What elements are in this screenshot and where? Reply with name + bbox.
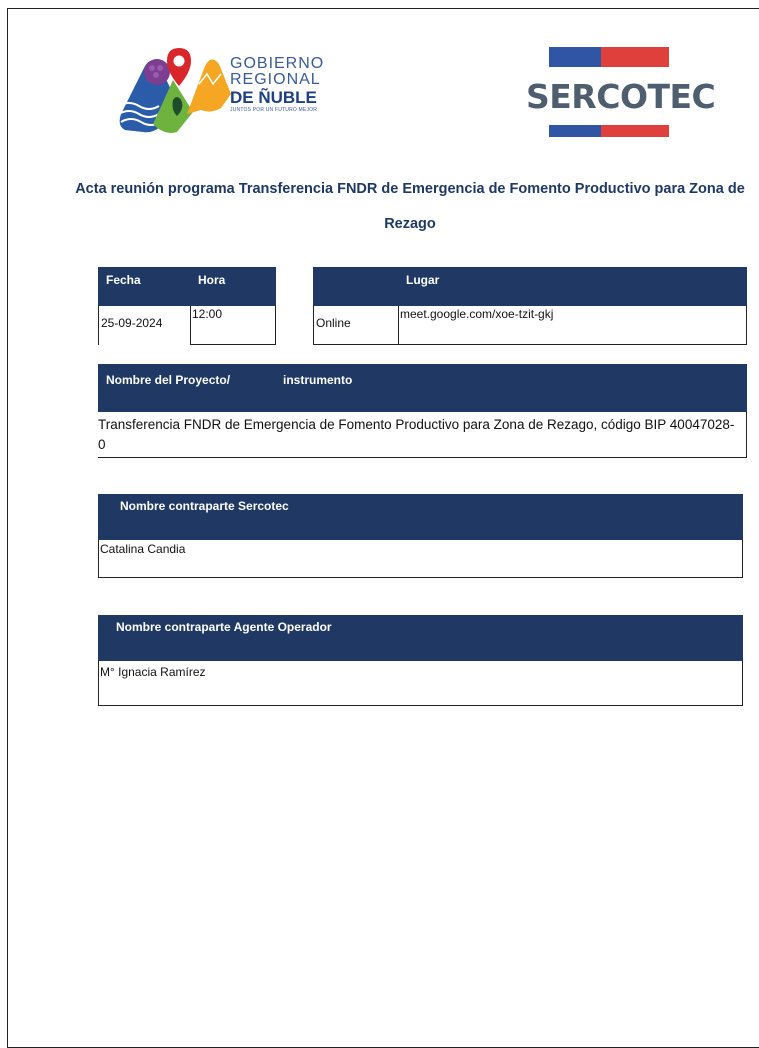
fecha-label: Fecha — [106, 273, 141, 287]
document-title: Acta reunión programa Transferencia FNDR… — [75, 181, 745, 232]
sercotec-logo: SERCOTEC — [519, 45, 716, 145]
lugar-label: Lugar — [406, 273, 440, 287]
lugar-value: meet.google.com/xoe-tzit-gkj — [400, 307, 554, 321]
proyecto-label-part1: Nombre del Proyecto/ — [106, 373, 231, 387]
sercotec-contraparte-value: Catalina Candia — [100, 542, 186, 556]
fecha-header: Fecha — [98, 267, 190, 306]
sercotec-contraparte-header: Nombre contraparte Sercotec — [98, 494, 743, 540]
gobierno-emblem-icon — [118, 48, 231, 133]
hora-header: Hora — [190, 267, 276, 306]
agente-contraparte-value: M° Ignacia Ramírez — [100, 665, 206, 679]
sercotec-contraparte-cell: Catalina Candia — [98, 540, 743, 578]
lugar-header: Lugar — [398, 267, 747, 306]
modalidad-header — [313, 267, 398, 306]
agente-contraparte-label: Nombre contraparte Agente Operador — [116, 620, 332, 634]
gobierno-tagline: JUNTOS POR UN FUTURO MEJOR — [230, 107, 318, 113]
agente-contraparte-cell: M° Ignacia Ramírez — [98, 661, 743, 706]
gobierno-line3: DE ÑUBLE — [230, 88, 317, 107]
gobierno-text: GOBIERNO REGIONAL DE ÑUBLE JUNTOS POR UN… — [230, 56, 324, 113]
sercotec-wordmark: SERCOTEC — [526, 77, 716, 116]
proyecto-cell: Transferencia FNDR de Emergencia de Fome… — [98, 412, 747, 458]
fecha-value: 25-09-2024 — [101, 316, 163, 330]
hora-label: Hora — [198, 273, 226, 287]
proyecto-header: Nombre del Proyecto/ instrumento — [98, 364, 747, 412]
hora-cell: 12:00 — [190, 306, 276, 345]
gobierno-line2: REGIONAL — [230, 71, 321, 88]
gobierno-line1: GOBIERNO — [230, 55, 325, 72]
proyecto-value: Transferencia FNDR de Emergencia de Fome… — [98, 417, 735, 452]
agente-contraparte-header: Nombre contraparte Agente Operador — [98, 615, 743, 661]
hora-value: 12:00 — [192, 307, 223, 321]
lugar-cell: meet.google.com/xoe-tzit-gkj — [398, 306, 747, 345]
modalidad-value: Online — [316, 316, 351, 330]
fecha-cell: 25-09-2024 — [98, 306, 191, 345]
sercotec-contraparte-label: Nombre contraparte Sercotec — [120, 499, 289, 513]
proyecto-label-part2: instrumento — [283, 373, 353, 387]
gobierno-regional-logo: GOBIERNO REGIONAL DE ÑUBLE JUNTOS POR UN… — [115, 44, 345, 136]
modalidad-cell: Online — [313, 306, 399, 345]
